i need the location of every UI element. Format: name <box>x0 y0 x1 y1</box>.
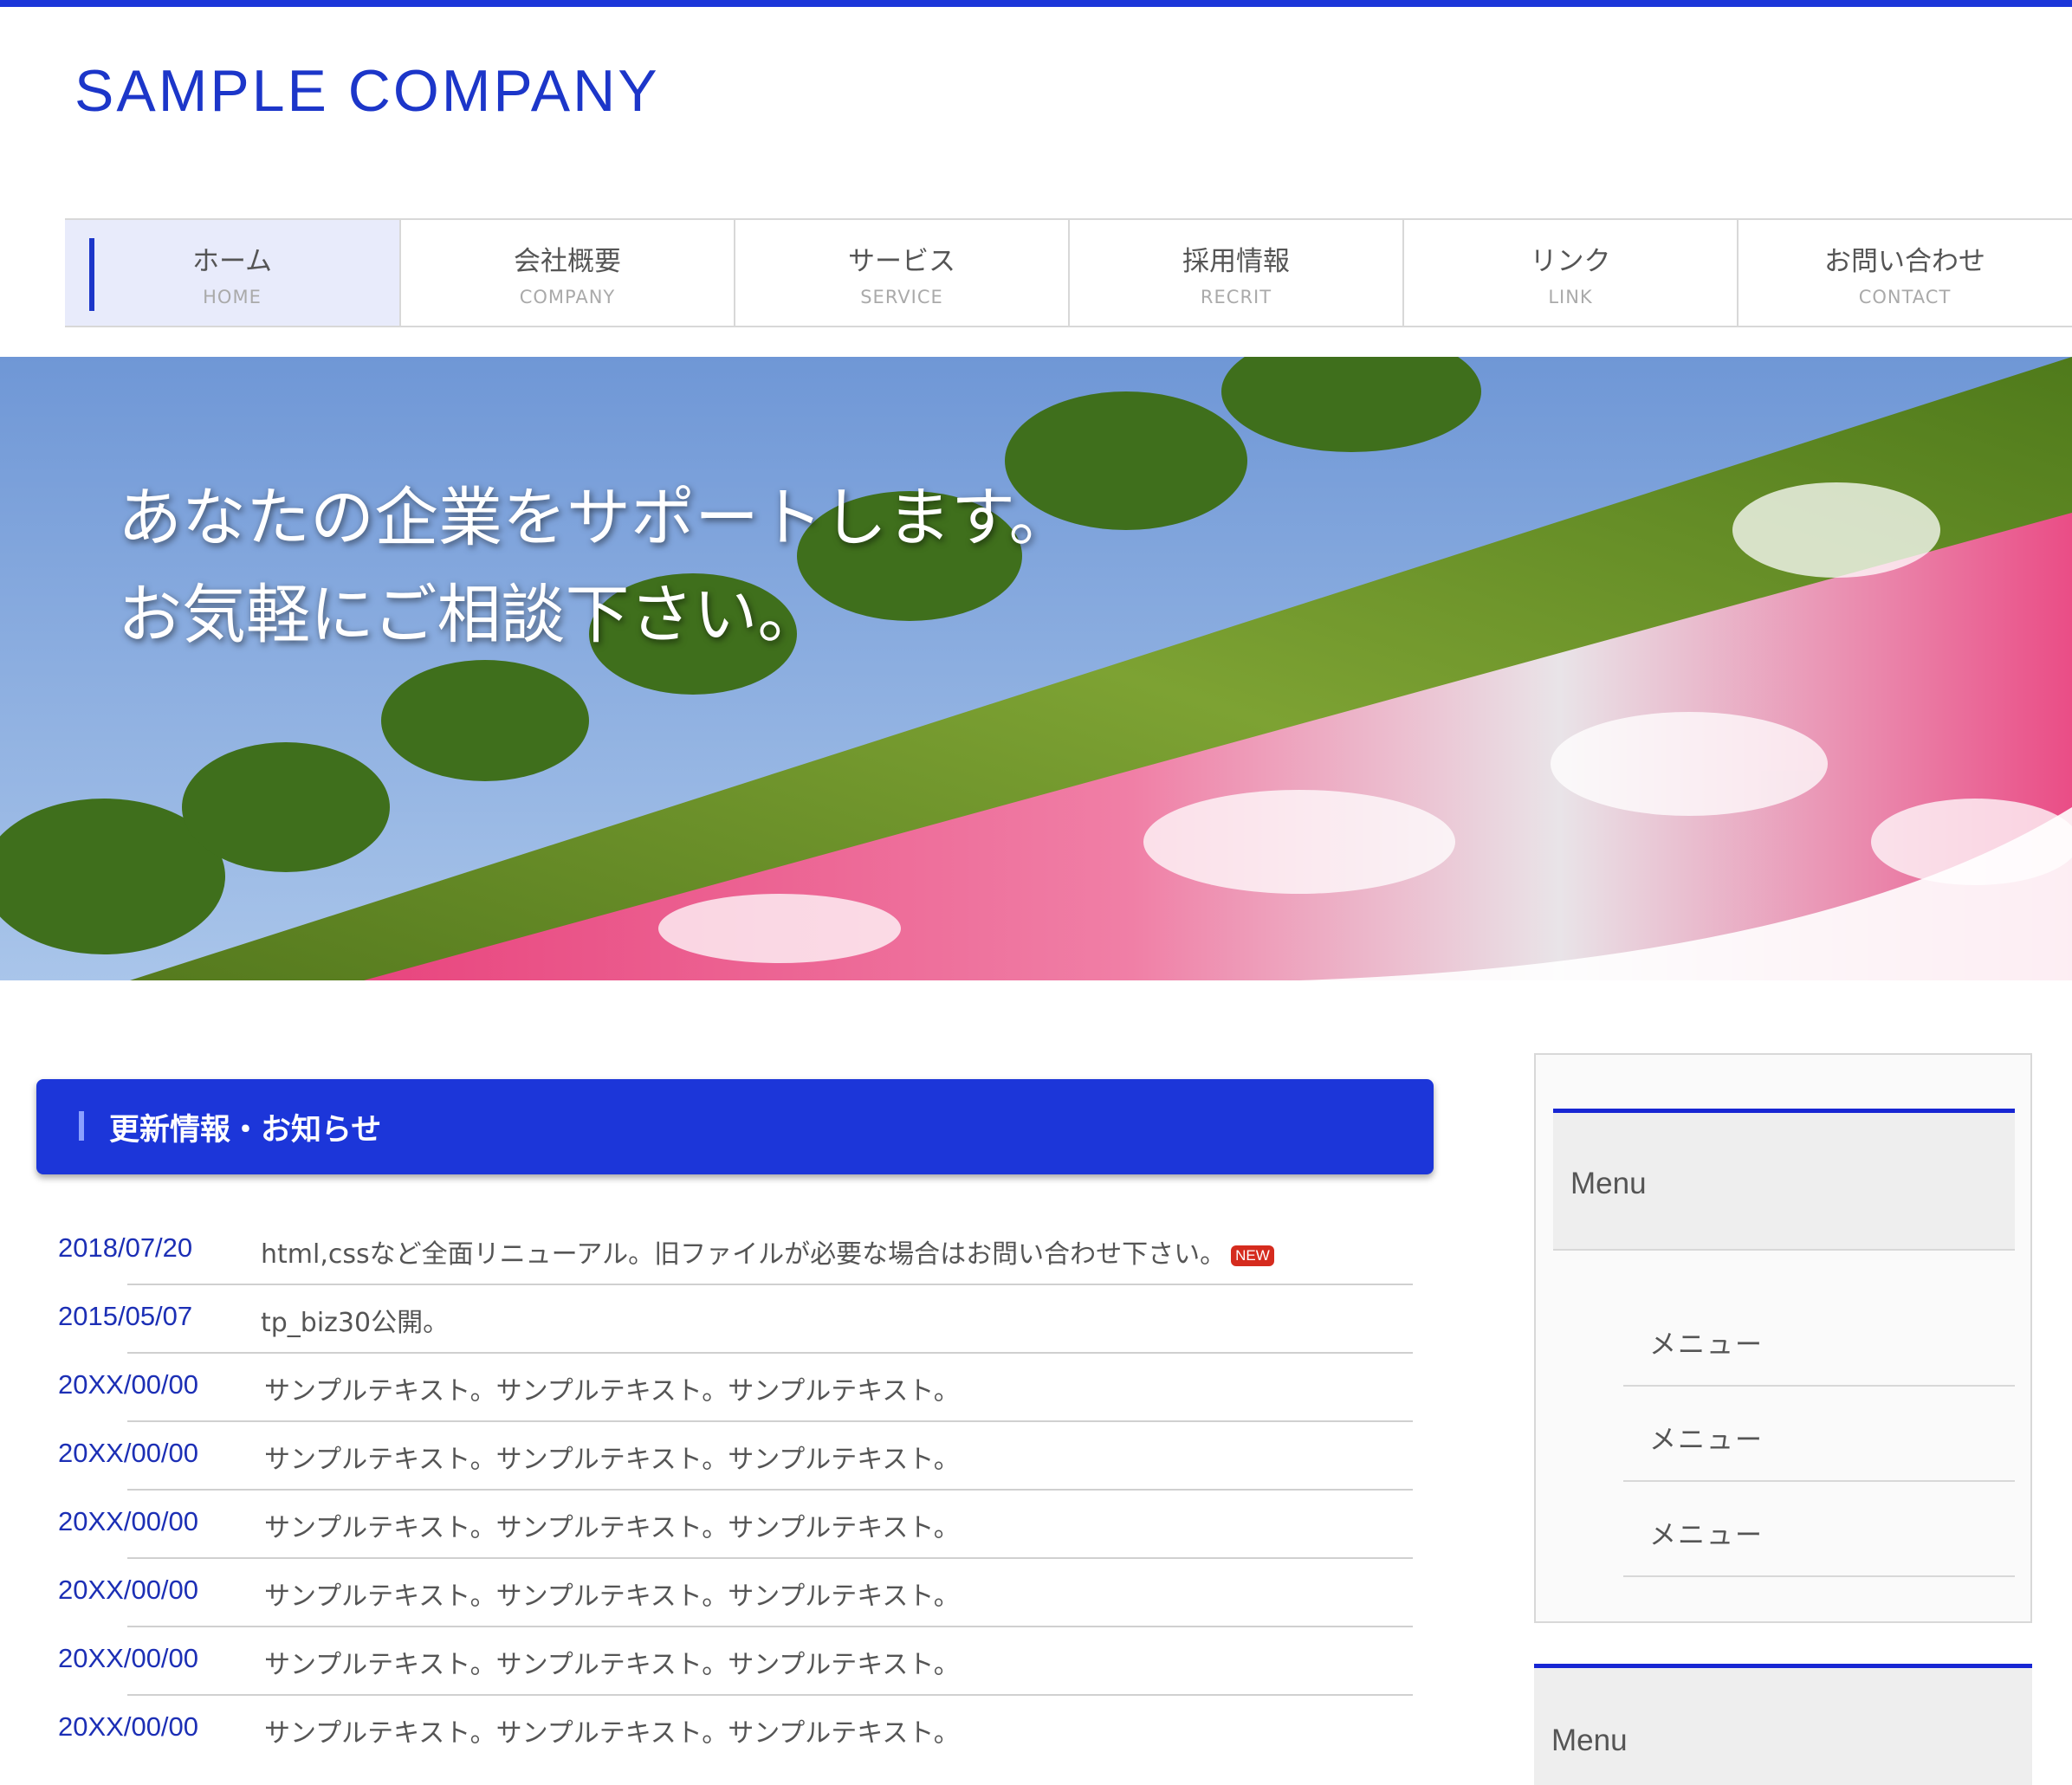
nav-sublabel: COMPANY <box>519 286 616 307</box>
sidebar-menu-list: メニュー メニュー メニュー <box>1623 1291 2015 1577</box>
news-date: 20XX/00/00 <box>58 1575 199 1605</box>
news-item: 2018/07/20 html,cssなど全面リニューアル。旧ファイルが必要な場… <box>58 1215 1413 1285</box>
news-item: 20XX/00/00 サンプルテキスト。サンプルテキスト。サンプルテキスト。 <box>58 1489 1413 1559</box>
news-text: サンプルテキスト。サンプルテキスト。サンプルテキスト。 <box>264 1718 960 1749</box>
news-item: 20XX/00/00 サンプルテキスト。サンプルテキスト。サンプルテキスト。 <box>58 1626 1413 1696</box>
nav-sublabel: HOME <box>203 286 262 307</box>
news-heading-title: 更新情報・お知らせ <box>109 1113 382 1148</box>
nav-item-contact[interactable]: お問い合わせ CONTACT <box>1737 220 2071 326</box>
news-date: 20XX/00/00 <box>58 1506 199 1536</box>
sidebar-menu-heading: Menu <box>1553 1109 2015 1251</box>
sidebar-second-title: Menu <box>1551 1724 1628 1757</box>
top-accent-bar <box>0 0 2072 7</box>
hero-line-1: あなたの企業をサポートします。 <box>118 481 1073 555</box>
sidebar-menu-item[interactable]: メニュー <box>1623 1482 2015 1577</box>
news-date: 20XX/00/00 <box>58 1643 199 1673</box>
nav-sublabel: CONTACT <box>1858 286 1952 307</box>
news-text: サンプルテキスト。サンプルテキスト。サンプルテキスト。 <box>264 1650 960 1680</box>
news-text: tp_biz30公開。 <box>261 1308 450 1338</box>
nav-label: 採用情報 <box>1182 245 1290 277</box>
sidebar-second-heading: Menu <box>1534 1664 2032 1785</box>
main-nav: ホーム HOME 会社概要 COMPANY サービス SERVICE 採用情報 … <box>65 218 2072 327</box>
hero-line-2: お気軽にご相談下さい。 <box>118 578 822 652</box>
sidebar-menu-box: Menu メニュー メニュー メニュー <box>1534 1053 2032 1623</box>
nav-item-recruit[interactable]: 採用情報 RECRIT <box>1068 220 1402 326</box>
hero-banner: あなたの企業をサポートします。 お気軽にご相談下さい。 <box>0 357 2072 980</box>
news-item: 20XX/00/00 サンプルテキスト。サンプルテキスト。サンプルテキスト。 <box>58 1694 1413 1762</box>
hero-image <box>0 357 2072 980</box>
news-text: サンプルテキスト。サンプルテキスト。サンプルテキスト。 <box>264 1445 960 1475</box>
nav-item-link[interactable]: リンク LINK <box>1402 220 1737 326</box>
active-marker <box>89 238 94 311</box>
news-list: 2018/07/20 html,cssなど全面リニューアル。旧ファイルが必要な場… <box>58 1215 1413 1762</box>
news-item: 20XX/00/00 サンプルテキスト。サンプルテキスト。サンプルテキスト。 <box>58 1420 1413 1491</box>
nav-sublabel: SERVICE <box>860 286 943 307</box>
news-text-wrap: html,cssなど全面リニューアル。旧ファイルが必要な場合はお問い合わせ下さい… <box>261 1232 1274 1271</box>
news-text: html,cssなど全面リニューアル。旧ファイルが必要な場合はお問い合わせ下さい… <box>261 1239 1227 1270</box>
nav-sublabel: RECRIT <box>1200 286 1272 307</box>
nav-sublabel: LINK <box>1548 286 1593 307</box>
news-item: 2015/05/07 tp_biz30公開。 <box>58 1284 1413 1354</box>
nav-label: ホーム <box>191 245 273 277</box>
news-text: サンプルテキスト。サンプルテキスト。サンプルテキスト。 <box>264 1513 960 1543</box>
nav-label: お問い合わせ <box>1824 245 1985 277</box>
nav-item-company[interactable]: 会社概要 COMPANY <box>399 220 734 326</box>
sidebar-menu-item[interactable]: メニュー <box>1623 1291 2015 1387</box>
news-date: 2018/07/20 <box>58 1232 193 1263</box>
news-item: 20XX/00/00 サンプルテキスト。サンプルテキスト。サンプルテキスト。 <box>58 1352 1413 1422</box>
new-badge: NEW <box>1231 1245 1274 1266</box>
news-text: サンプルテキスト。サンプルテキスト。サンプルテキスト。 <box>264 1376 960 1407</box>
sidebar-menu-label: メニュー <box>1649 1425 1764 1456</box>
nav-label: リンク <box>1530 245 1611 277</box>
nav-label: 会社概要 <box>514 245 621 277</box>
nav-item-home[interactable]: ホーム HOME <box>65 220 399 326</box>
news-date: 20XX/00/00 <box>58 1438 199 1468</box>
sidebar-menu-item[interactable]: メニュー <box>1623 1387 2015 1482</box>
news-item: 20XX/00/00 サンプルテキスト。サンプルテキスト。サンプルテキスト。 <box>58 1557 1413 1627</box>
nav-item-service[interactable]: サービス SERVICE <box>734 220 1068 326</box>
nav-label: サービス <box>848 245 955 277</box>
news-date: 20XX/00/00 <box>58 1369 199 1400</box>
sidebar-menu-title: Menu <box>1570 1167 1647 1200</box>
news-date: 2015/05/07 <box>58 1301 193 1331</box>
sidebar-menu-label: メニュー <box>1649 1329 1764 1361</box>
site-logo[interactable]: SAMPLE COMPANY <box>74 57 660 125</box>
news-heading: 更新情報・お知らせ <box>36 1079 1434 1174</box>
sidebar-menu-label: メニュー <box>1649 1520 1764 1551</box>
news-text: サンプルテキスト。サンプルテキスト。サンプルテキスト。 <box>264 1581 960 1612</box>
news-date: 20XX/00/00 <box>58 1711 199 1742</box>
heading-marker <box>79 1111 84 1141</box>
hero-catchcopy: あなたの企業をサポートします。 お気軽にご相談下さい。 <box>118 469 1073 663</box>
